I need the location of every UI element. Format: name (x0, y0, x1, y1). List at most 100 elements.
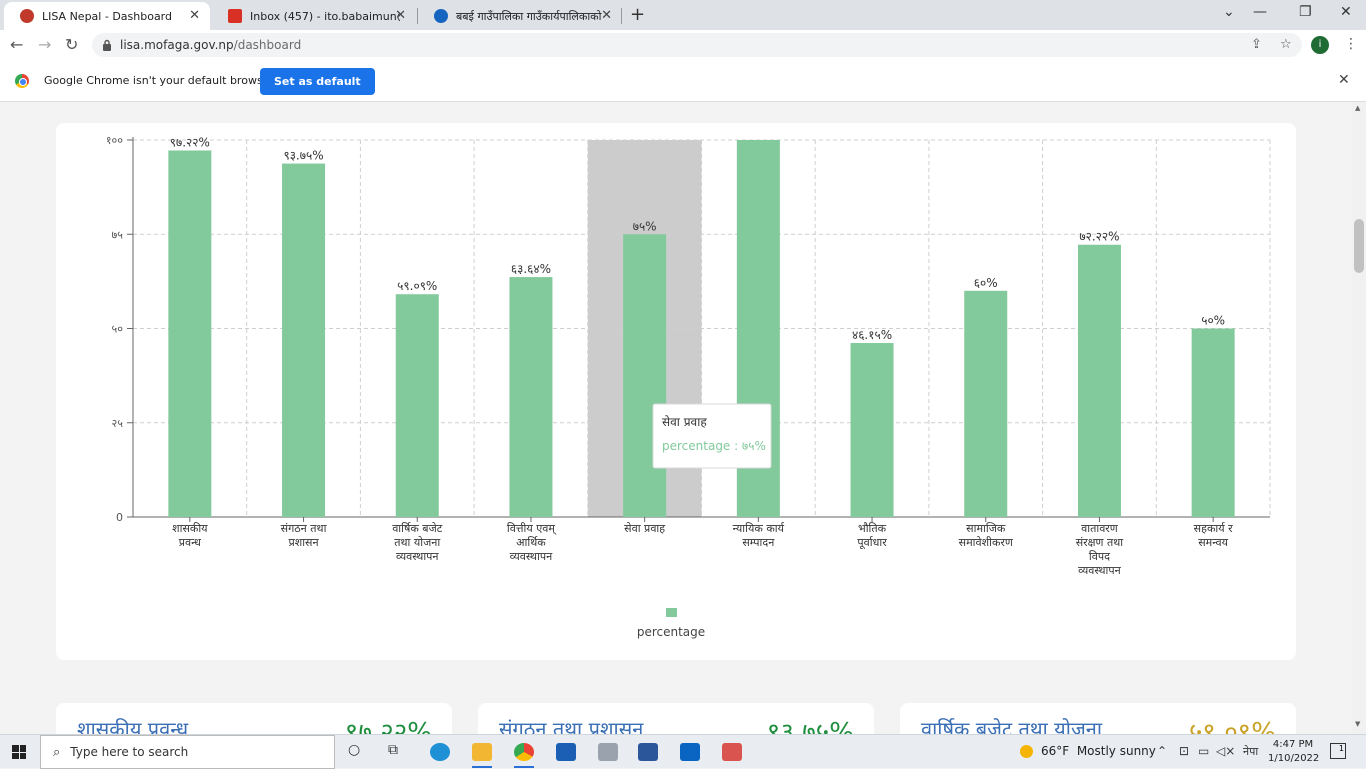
set-as-default-button[interactable]: Set as default (260, 68, 375, 95)
x-tick-label: व्यवस्थापन (1078, 564, 1121, 577)
clock-date: 1/10/2022 (1268, 753, 1320, 764)
edge-browser-icon[interactable] (430, 743, 450, 761)
bar (282, 163, 326, 517)
forward-arrow-icon[interactable]: → (38, 35, 51, 54)
data-label: ५०% (1201, 314, 1225, 328)
system-clock[interactable]: 4:47 PM 1/10/2022 (1268, 738, 1320, 766)
x-tick-label: आर्थिक (516, 536, 546, 549)
tab-gmail-inbox[interactable]: Inbox (457) - ito.babaimun@gmail.com ✕ (212, 2, 416, 30)
printer-app-icon[interactable] (598, 743, 618, 761)
stat-value: ९७.२२% (344, 718, 432, 734)
notification-center-icon[interactable]: 1 (1330, 743, 1346, 759)
page-viewport: 0 २५ ५० ७५ १०० ९७.२२% शासकीय प्रवन्ध ९३.७५% संगठन… (0, 102, 1352, 734)
word-icon[interactable] (638, 743, 658, 761)
tooltip-title: सेवा प्रवाह (662, 415, 707, 429)
x-tick-label: समावेशीकरण (959, 536, 1014, 549)
x-tick-label: वित्तीय एवम् (507, 522, 557, 535)
y-tick-label: 0 (116, 511, 123, 524)
x-tick-label: तथा योजना (394, 536, 440, 549)
minimize-icon[interactable]: — (1253, 4, 1267, 20)
data-label: ४६.१५% (852, 328, 892, 342)
clock-time: 4:47 PM (1272, 739, 1314, 750)
x-tick-label: शासकीय (172, 522, 208, 535)
stat-card[interactable]: संगठन तथा प्रशासन ९३.७५% (478, 703, 874, 734)
mail-icon[interactable] (680, 743, 700, 761)
close-infobar-icon[interactable]: ✕ (1338, 72, 1350, 88)
stat-card[interactable]: शासकीय प्रवन्ध ९७.२२% (56, 703, 452, 734)
tooltip-box (652, 403, 772, 469)
x-tick-label: सहकार्य र (1194, 522, 1233, 535)
display-icon[interactable]: ▭ (1198, 744, 1209, 758)
close-tab-icon[interactable]: ✕ (601, 8, 612, 23)
search-placeholder: Type here to search (70, 745, 189, 759)
bar (509, 277, 553, 517)
tab-search-chevron-icon[interactable]: ⌄ (1223, 4, 1235, 20)
close-tab-icon[interactable]: ✕ (189, 8, 200, 23)
close-window-icon[interactable]: ✕ (1340, 4, 1352, 20)
volume-muted-icon[interactable]: ◁× (1216, 744, 1235, 758)
browser-toolbar: ← → ↻ lisa.mofaga.gov.np/dashboard ⇪ ☆ i… (0, 30, 1366, 60)
y-tick-label: १०० (106, 134, 123, 147)
store-icon[interactable] (556, 743, 576, 761)
address-bar[interactable]: lisa.mofaga.gov.np/dashboard (92, 33, 1302, 57)
chart-card: 0 २५ ५० ७५ १०० ९७.२२% शासकीय प्रवन्ध ९३.७५% संगठन… (56, 123, 1296, 660)
tab-title: Inbox (457) - ito.babaimun@gmail.com (250, 9, 400, 23)
weather-temp: 66°F (1041, 744, 1070, 758)
weather-widget[interactable]: 66°F Mostly sunny (1020, 744, 1156, 758)
bar-chart: 0 २५ ५० ७५ १०० ९७.२२% शासकीयप्रवन्ध ९३.७५% संगठन… (106, 134, 1271, 639)
scrollbar-thumb[interactable] (1354, 219, 1364, 273)
task-view-icon[interactable]: ⧉ (388, 742, 398, 758)
tab-lisa-dashboard[interactable]: LISA Nepal - Dashboard ✕ (4, 2, 210, 30)
browser-tab-bar: LISA Nepal - Dashboard ✕ Inbox (457) - i… (0, 0, 1366, 30)
close-tab-icon[interactable]: ✕ (395, 8, 406, 23)
y-tick-label: ५० (112, 323, 124, 336)
x-tick-label: विपद (1089, 550, 1110, 563)
windows-start-icon[interactable] (12, 745, 26, 759)
x-tick-label: न्यायिक कार्य (733, 522, 785, 535)
data-label: ७२.२२% (1079, 230, 1119, 244)
bookmark-star-icon[interactable]: ☆ (1280, 37, 1292, 52)
language-indicator[interactable]: नेपा (1243, 744, 1258, 759)
legend-label: percentage (637, 625, 705, 639)
url-host: lisa.mofaga.gov.np (120, 38, 234, 52)
gmail-favicon-icon (228, 9, 242, 23)
data-label: ५९.०९% (397, 279, 437, 293)
chrome-taskbar-icon[interactable] (514, 743, 534, 761)
chevron-up-icon[interactable]: ⌃ (1157, 744, 1167, 758)
scroll-down-arrow-icon[interactable]: ▼ (1355, 720, 1360, 728)
back-arrow-icon[interactable]: ← (10, 35, 23, 54)
tooltip-value: percentage : ७५% (662, 439, 766, 453)
cortana-circle-icon[interactable]: ○ (348, 742, 360, 758)
page-scrollbar[interactable]: ▲ ▼ (1352, 102, 1366, 734)
network-icon[interactable]: ⊡ (1179, 744, 1189, 758)
menu-kebab-icon[interactable]: ⋮ (1344, 36, 1358, 52)
file-explorer-icon[interactable] (472, 743, 492, 761)
restore-icon[interactable]: ❐ (1299, 4, 1312, 20)
data-label: ६३.६४% (511, 262, 551, 276)
edge-favicon-icon (434, 9, 448, 23)
pdf-app-icon[interactable] (722, 743, 742, 761)
windows-taskbar: ⌕ Type here to search ○ ⧉ 66°F Mostly su… (0, 734, 1366, 769)
bar (623, 234, 667, 517)
tab-title: बबई गाउँपालिका गाउँकार्यपालिकाको (456, 9, 602, 23)
x-tick-label: संरक्षण तथा (1076, 536, 1124, 549)
scroll-up-arrow-icon[interactable]: ▲ (1355, 104, 1360, 112)
taskbar-search[interactable]: ⌕ Type here to search (40, 735, 335, 769)
stat-card[interactable]: वार्षिक बजेट तथा योजना ५९.०९% (900, 703, 1296, 734)
data-label: ७५% (633, 219, 657, 233)
bar (395, 294, 439, 517)
share-icon[interactable]: ⇪ (1251, 37, 1262, 52)
x-tick-label: प्रवन्ध (179, 536, 201, 549)
new-tab-icon[interactable]: + (630, 4, 645, 25)
url-path: /dashboard (233, 38, 302, 52)
stat-label: संगठन तथा प्रशासन (499, 717, 644, 734)
bar (1077, 244, 1121, 517)
tab-babai-municipality[interactable]: बबई गाउँपालिका गाउँकार्यपालिकाको ✕ (418, 2, 622, 30)
reload-icon[interactable]: ↻ (65, 35, 78, 54)
profile-avatar[interactable]: i (1311, 36, 1329, 54)
tab-title: LISA Nepal - Dashboard (42, 9, 172, 23)
sun-icon (1020, 744, 1033, 758)
stat-label: शासकीय प्रवन्ध (77, 717, 189, 734)
x-tick-label: सेवा प्रवाह (624, 522, 665, 535)
y-tick-label: २५ (112, 417, 124, 430)
